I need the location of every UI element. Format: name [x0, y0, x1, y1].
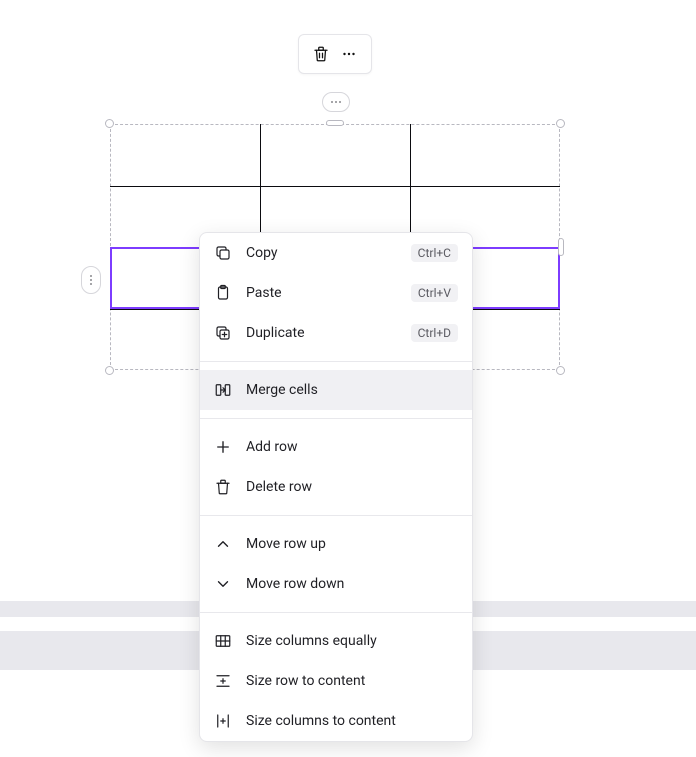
trash-icon[interactable]: [312, 45, 330, 63]
shortcut: Ctrl+V: [411, 284, 458, 302]
menu-separator: [200, 361, 472, 362]
menu-merge-cells[interactable]: Merge cells: [200, 370, 472, 410]
merge-icon: [214, 381, 232, 399]
shortcut: Ctrl+D: [411, 324, 458, 342]
selection-toolbar: [298, 34, 372, 74]
row-fit-icon: [214, 672, 232, 690]
menu-delete-row[interactable]: Delete row: [200, 467, 472, 507]
menu-label: Copy: [246, 245, 397, 261]
resize-handle-top[interactable]: [326, 120, 344, 126]
shortcut: Ctrl+C: [411, 244, 458, 262]
menu-paste[interactable]: Paste Ctrl+V: [200, 273, 472, 313]
resize-handle-tl[interactable]: [105, 119, 114, 128]
menu-move-row-down[interactable]: Move row down: [200, 564, 472, 604]
menu-label: Delete row: [246, 479, 458, 495]
copy-icon: [214, 244, 232, 262]
menu-duplicate[interactable]: Duplicate Ctrl+D: [200, 313, 472, 353]
menu-size-row-content[interactable]: Size row to content: [200, 661, 472, 701]
context-menu: Copy Ctrl+C Paste Ctrl+V Duplicate Ctrl+…: [199, 232, 473, 742]
duplicate-icon: [214, 324, 232, 342]
chevron-up-icon: [214, 535, 232, 553]
resize-handle-bl[interactable]: [105, 366, 114, 375]
columns-equal-icon: [214, 632, 232, 650]
cols-fit-icon: [214, 712, 232, 730]
menu-separator: [200, 612, 472, 613]
menu-add-row[interactable]: Add row: [200, 427, 472, 467]
menu-move-row-up[interactable]: Move row up: [200, 524, 472, 564]
menu-label: Size row to content: [246, 673, 458, 689]
menu-copy[interactable]: Copy Ctrl+C: [200, 233, 472, 273]
table-row-divider[interactable]: [110, 186, 560, 187]
resize-handle-br[interactable]: [556, 366, 565, 375]
menu-separator: [200, 418, 472, 419]
menu-label: Move row up: [246, 536, 458, 552]
menu-label: Add row: [246, 439, 458, 455]
menu-label: Size columns to content: [246, 713, 458, 729]
menu-label: Size columns equally: [246, 633, 458, 649]
menu-separator: [200, 515, 472, 516]
more-icon[interactable]: [340, 45, 358, 63]
trash-icon: [214, 478, 232, 496]
resize-handle-tr[interactable]: [556, 119, 565, 128]
menu-label: Merge cells: [246, 382, 458, 398]
menu-size-cols-content[interactable]: Size columns to content: [200, 701, 472, 741]
chevron-down-icon: [214, 575, 232, 593]
menu-label: Duplicate: [246, 325, 397, 341]
plus-icon: [214, 438, 232, 456]
column-options-button[interactable]: [322, 92, 350, 112]
row-options-button[interactable]: [81, 266, 101, 294]
menu-label: Paste: [246, 285, 397, 301]
menu-size-cols-equally[interactable]: Size columns equally: [200, 621, 472, 661]
resize-handle-right[interactable]: [558, 238, 564, 256]
menu-label: Move row down: [246, 576, 458, 592]
paste-icon: [214, 284, 232, 302]
